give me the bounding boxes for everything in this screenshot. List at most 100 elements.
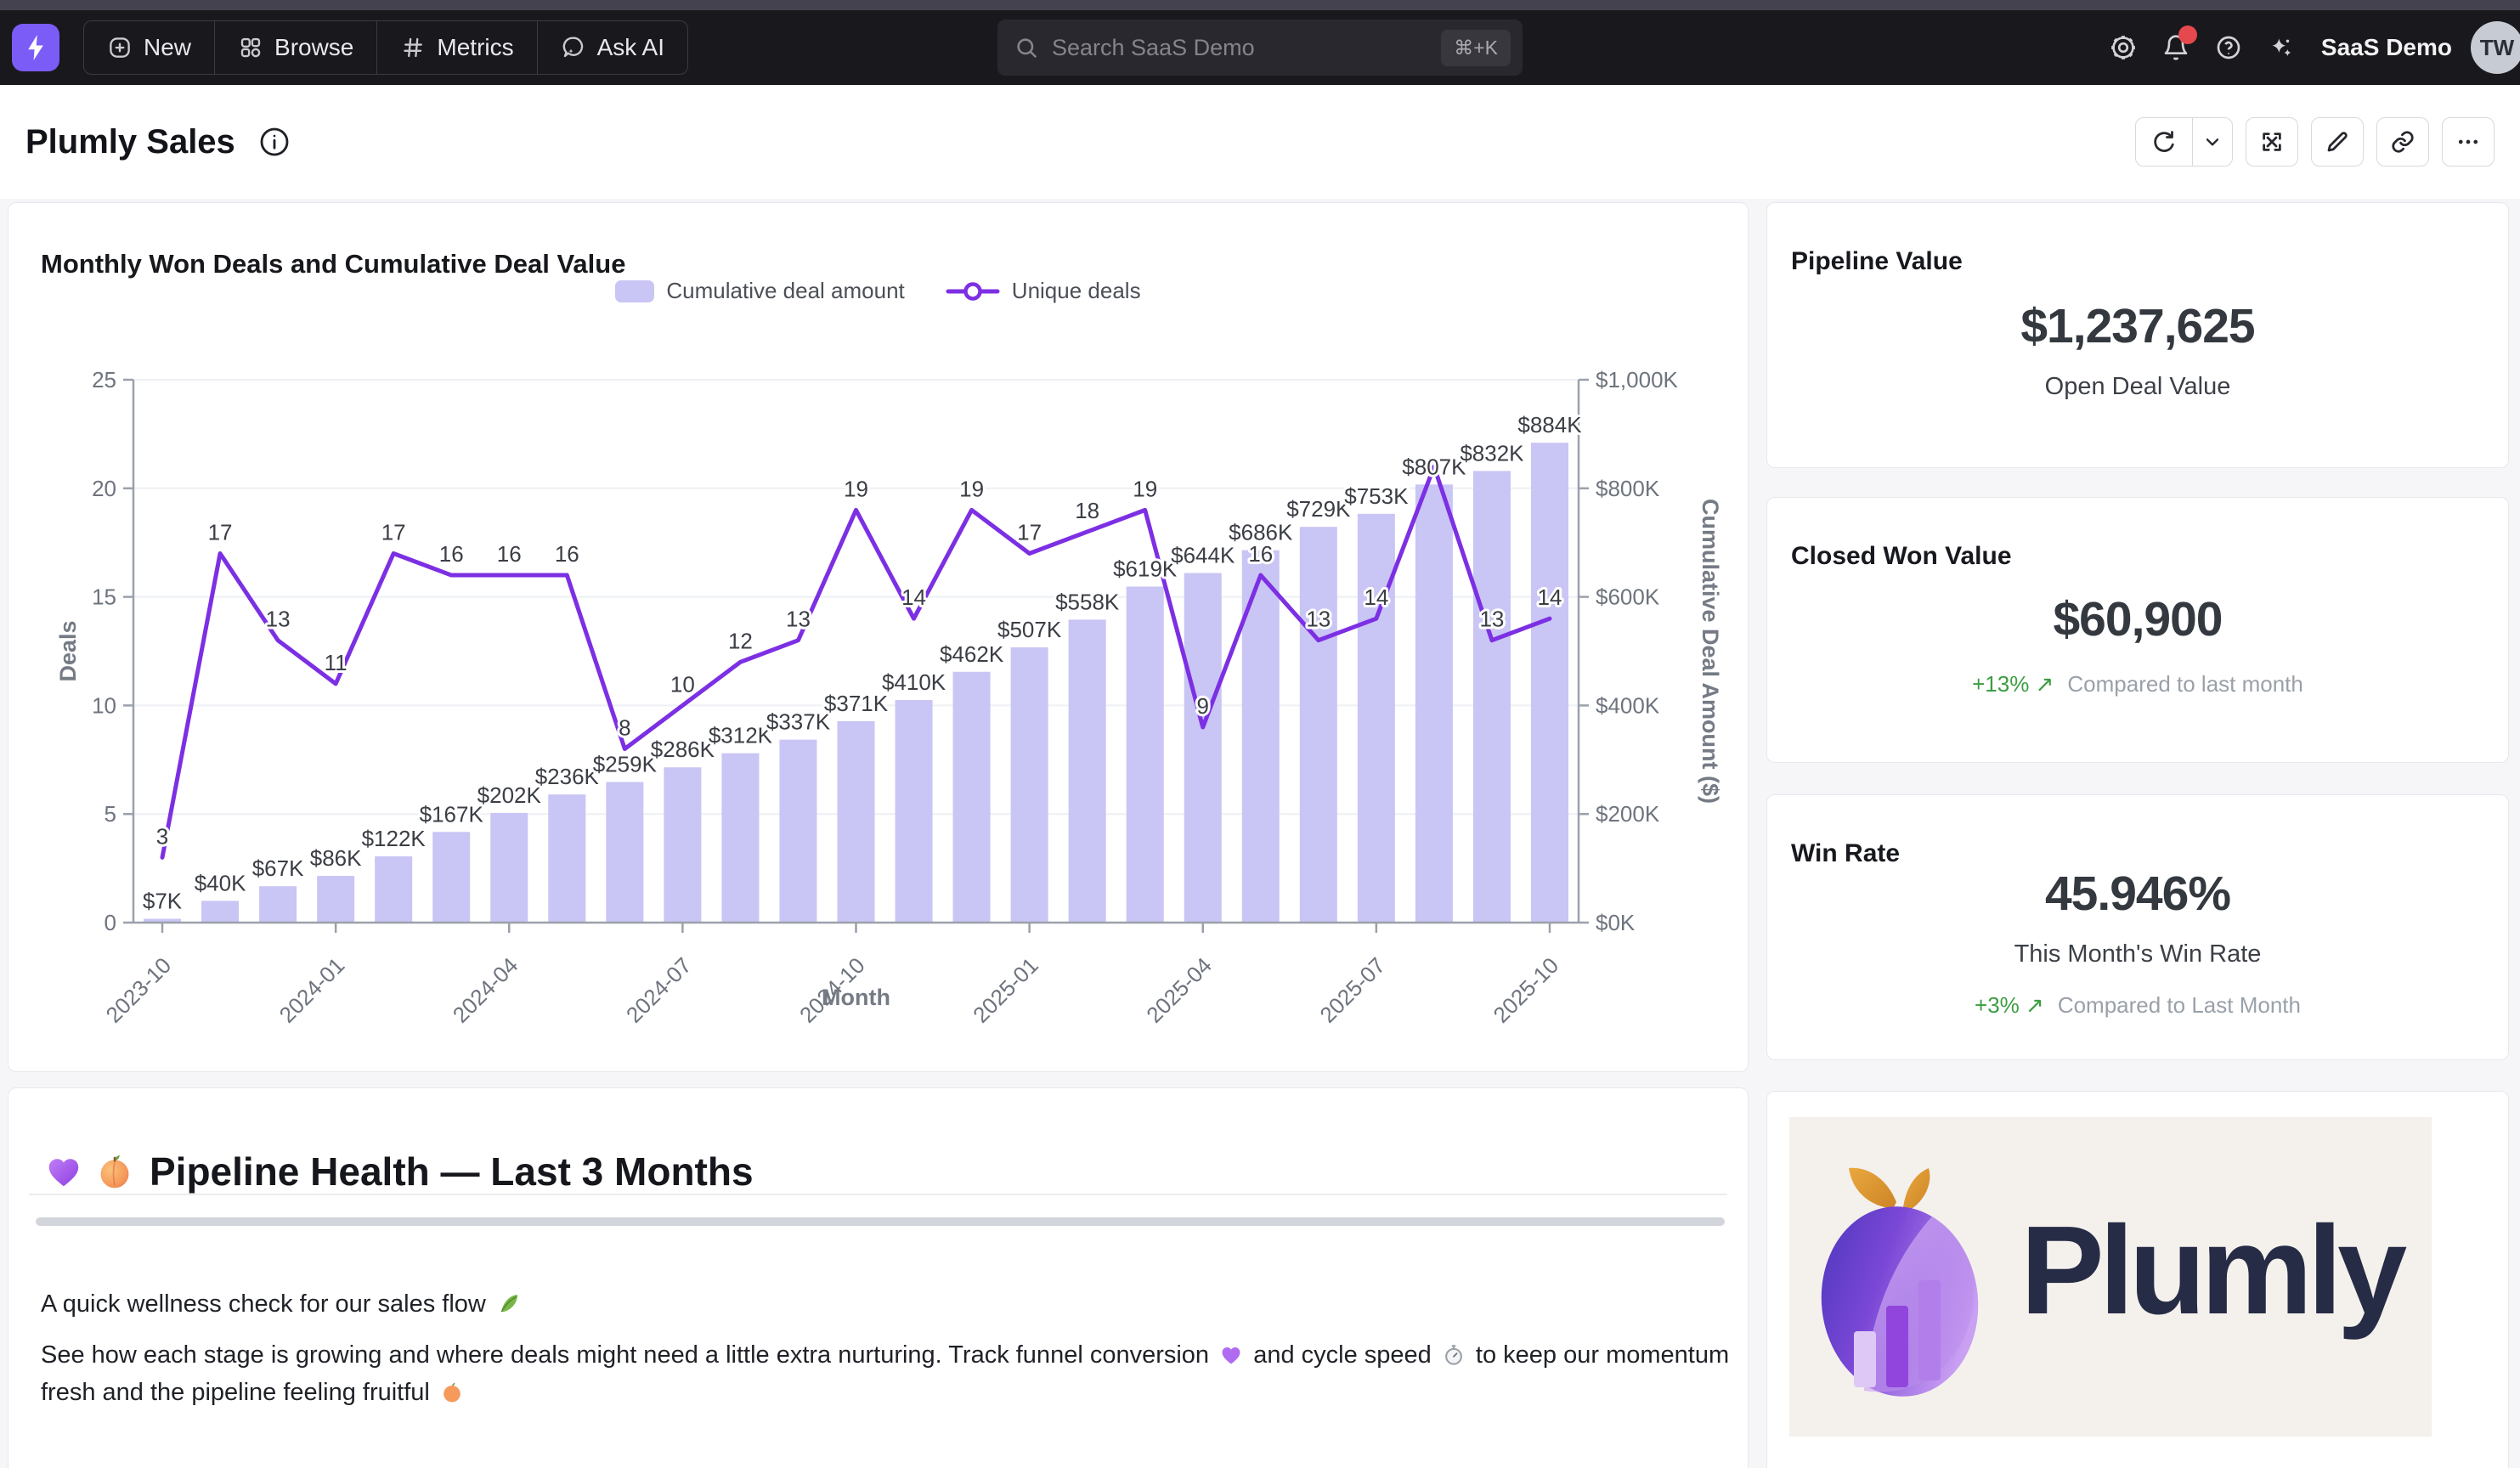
nav-ask-ai-button[interactable]: Ask AI (537, 21, 687, 74)
herb-icon (496, 1290, 522, 1316)
svg-text:$832K: $832K (1460, 440, 1524, 466)
peach-icon (95, 1152, 134, 1191)
svg-text:Month: Month (822, 985, 890, 1010)
search-shortcut-badge: ⌘+K (1441, 30, 1511, 66)
ai-sparkles-button[interactable] (2257, 23, 2306, 72)
svg-text:2024-01: 2024-01 (274, 952, 350, 1028)
kpi-delta-row: +13% ↗ Compared to last month (1972, 671, 2303, 697)
svg-text:14: 14 (901, 584, 926, 610)
svg-text:16: 16 (1248, 541, 1273, 567)
peach-icon (440, 1380, 464, 1404)
svg-text:$312K: $312K (709, 723, 773, 748)
svg-text:$86K: $86K (310, 845, 362, 871)
svg-text:$600K: $600K (1596, 584, 1660, 610)
svg-text:$286K: $286K (651, 737, 715, 762)
nav-metrics-button[interactable]: Metrics (376, 21, 536, 74)
kpi-card-win-rate: Win Rate 45.946% This Month's Win Rate +… (1766, 794, 2509, 1060)
workspace-name[interactable]: SaaS Demo (2321, 34, 2452, 61)
expand-icon (2259, 129, 2285, 155)
svg-text:17: 17 (208, 519, 233, 545)
svg-text:14: 14 (1538, 584, 1562, 610)
nav-browse-button[interactable]: Browse (214, 21, 376, 74)
svg-text:$753K: $753K (1344, 483, 1409, 509)
global-search-input[interactable]: Search SaaS Demo ⌘+K (997, 20, 1523, 76)
svg-text:16: 16 (555, 541, 579, 567)
notes-card: Pipeline Health — Last 3 Months A quick … (8, 1087, 1749, 1468)
chat-ai-icon (561, 35, 586, 60)
share-link-button[interactable] (2376, 117, 2429, 167)
notes-heading: Pipeline Health — Last 3 Months (41, 1149, 754, 1194)
info-icon[interactable] (257, 125, 291, 159)
svg-text:3: 3 (156, 823, 168, 849)
legend-label: Cumulative deal amount (666, 278, 904, 304)
plum-logo-icon (1805, 1136, 2009, 1416)
svg-text:12: 12 (728, 628, 753, 653)
svg-text:14: 14 (1364, 584, 1388, 610)
kpi-value: $60,900 (2053, 591, 2222, 647)
svg-text:$1,000K: $1,000K (1596, 367, 1679, 392)
brand-image: Plumly (1789, 1117, 2432, 1437)
svg-text:2023-10: 2023-10 (101, 952, 177, 1028)
svg-text:$558K: $558K (1055, 589, 1120, 614)
svg-text:$167K: $167K (420, 801, 484, 827)
refresh-options-button[interactable] (2192, 118, 2232, 166)
svg-text:$371K: $371K (824, 691, 889, 716)
svg-text:$644K: $644K (1171, 542, 1235, 567)
legend-item-unique-deals[interactable]: Unique deals (946, 278, 1141, 304)
delta-value: +13% ↗ (1972, 671, 2054, 697)
svg-text:5: 5 (105, 801, 116, 827)
svg-text:$400K: $400K (1596, 692, 1660, 718)
notes-paragraph-1: A quick wellness check for our sales flo… (41, 1286, 525, 1324)
top-nav: New Browse Metrics (0, 10, 2520, 85)
kpi-subtitle: Open Deal Value (2045, 373, 2231, 401)
trend-up-icon: ↗ (2036, 671, 2054, 697)
chart-title: Monthly Won Deals and Cumulative Deal Va… (41, 249, 625, 279)
divider (29, 1194, 1727, 1195)
window-top-strip (0, 0, 2520, 10)
notification-badge (2178, 25, 2197, 44)
svg-text:17: 17 (381, 519, 406, 545)
nav-right-cluster: SaaS Demo TW (2099, 21, 2508, 74)
svg-text:0: 0 (105, 910, 116, 935)
help-icon (2215, 34, 2242, 61)
nav-browse-label: Browse (274, 34, 353, 61)
svg-text:20: 20 (92, 476, 116, 501)
sparkles-icon (2268, 34, 2295, 61)
nav-metrics-label: Metrics (437, 34, 513, 61)
svg-text:10: 10 (92, 692, 116, 718)
legend-item-cumulative[interactable]: Cumulative deal amount (615, 278, 904, 304)
edit-button[interactable] (2311, 117, 2364, 167)
chart-legend: Cumulative deal amount Unique deals (8, 278, 1748, 304)
dashboard-toolbar (2135, 117, 2495, 167)
search-placeholder: Search SaaS Demo (1052, 35, 1427, 61)
page-title: Plumly Sales (25, 123, 235, 161)
dashboard-content: Monthly Won Deals and Cumulative Deal Va… (0, 199, 2520, 1468)
svg-text:$259K: $259K (593, 751, 658, 776)
refresh-button[interactable] (2136, 118, 2192, 166)
svg-text:2025-04: 2025-04 (1141, 952, 1217, 1028)
help-button[interactable] (2204, 23, 2253, 72)
svg-text:$236K: $236K (535, 764, 600, 789)
svg-text:Deals: Deals (55, 620, 81, 681)
more-options-button[interactable] (2442, 117, 2495, 167)
svg-text:13: 13 (1306, 607, 1331, 632)
svg-text:18: 18 (1075, 498, 1099, 523)
settings-button[interactable] (2099, 23, 2148, 72)
trend-up-icon: ↗ (2026, 992, 2044, 1018)
hash-icon (400, 35, 426, 60)
svg-text:16: 16 (497, 541, 522, 567)
legend-label: Unique deals (1012, 278, 1141, 304)
app-logo[interactable] (12, 24, 59, 71)
svg-text:$337K: $337K (766, 709, 831, 735)
notifications-button[interactable] (2151, 23, 2201, 72)
avatar[interactable]: TW (2471, 21, 2520, 74)
svg-text:2024-04: 2024-04 (448, 952, 523, 1028)
svg-text:Cumulative Deal Amount ($): Cumulative Deal Amount ($) (1698, 499, 1723, 804)
kpi-value: 45.946% (2045, 866, 2230, 922)
kpi-value: $1,237,625 (2020, 298, 2254, 354)
svg-text:$0K: $0K (1596, 910, 1636, 935)
fullscreen-button[interactable] (2246, 117, 2298, 167)
svg-text:2025-10: 2025-10 (1489, 952, 1564, 1028)
nav-new-button[interactable]: New (84, 21, 214, 74)
brand-wordmark: Plumly (2020, 1199, 2402, 1343)
